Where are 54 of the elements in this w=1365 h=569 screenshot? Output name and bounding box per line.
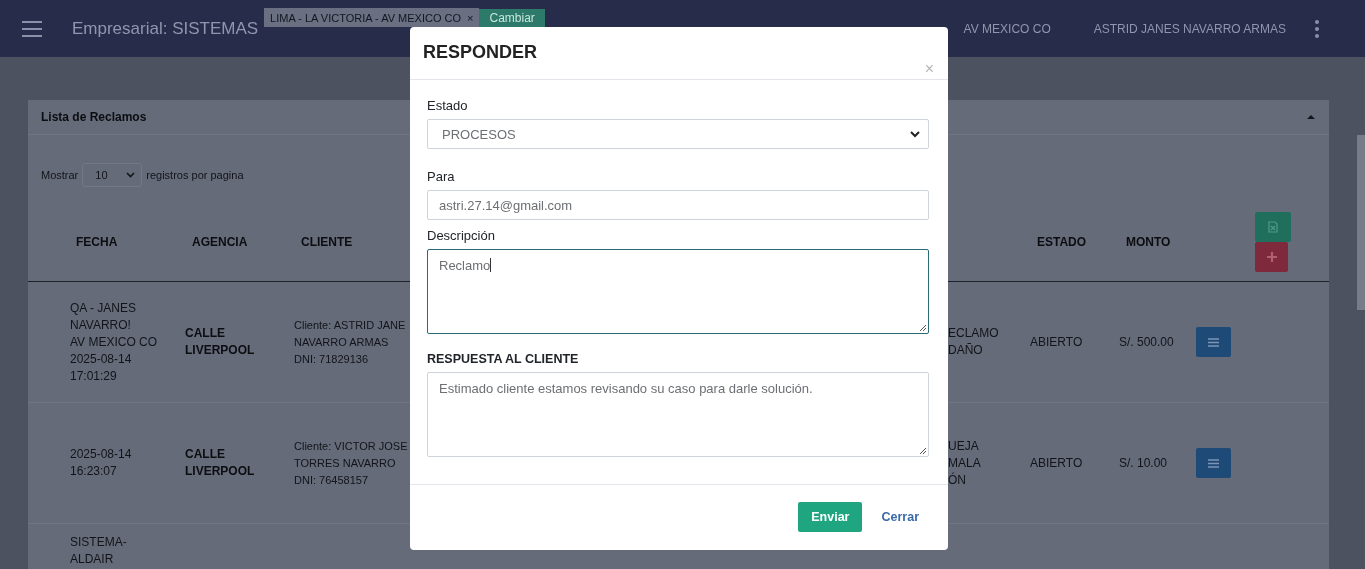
card-title: Lista de Reclamos xyxy=(41,110,147,124)
status-cell: ABIERTO xyxy=(1030,333,1083,351)
date-cell-text: QA - JANES NAVARRO! AV MEXICO CO 2025-08-14 17:01:29 xyxy=(70,299,159,385)
field-label: Estado xyxy=(427,98,469,113)
client-cell-text: Cliente: ASTRID JANE NAVARRO ARMAS DNI: 71829136 xyxy=(294,317,406,367)
email-field[interactable]: astri.27.14@gmail.com xyxy=(427,190,929,220)
menu-icon xyxy=(1208,337,1219,347)
plus-icon xyxy=(1266,252,1277,262)
column-header: FECHA xyxy=(28,203,185,282)
length-label: registros por pagina xyxy=(146,169,244,181)
close-icon[interactable]: × xyxy=(924,61,934,77)
menu-icon xyxy=(1208,458,1219,468)
branch-select[interactable]: LIMA - LA VICTORIA - AV MEXICO CO × xyxy=(264,8,480,27)
add-button[interactable] xyxy=(1255,242,1288,272)
chevron-icon xyxy=(126,172,136,178)
page-length-select[interactable]: 10 xyxy=(82,163,143,187)
column-header: MONTO xyxy=(1119,203,1196,282)
date-cell: 2025-08-14 16:23:07 xyxy=(70,446,132,480)
user-name: ASTRID JANES NAVARRO ARMAS xyxy=(1093,21,1286,36)
amount-cell: S/. 10.00 xyxy=(1119,454,1168,472)
status-select[interactable]: PROCESOS xyxy=(427,119,929,149)
send-button[interactable]: Enviar xyxy=(798,502,863,532)
type-cell: UEJA MALA ÓN xyxy=(948,437,981,489)
collapse-icon[interactable] xyxy=(1307,115,1315,119)
resize-grip-icon[interactable] xyxy=(919,324,927,332)
agency-cell: CALLE LIVERPOOL xyxy=(185,446,255,480)
clear-icon[interactable]: × xyxy=(467,11,474,24)
client-cell-text: Cliente: VICTOR JOSE TORRES NAVARRO DNI: 76458157 xyxy=(294,438,408,488)
field-label: Descripción xyxy=(427,228,496,243)
branch-name: AV MEXICO CO xyxy=(963,21,1051,36)
column-header: ESTADO xyxy=(1030,203,1119,282)
text-area[interactable]: Reclamo xyxy=(427,249,929,334)
options-button[interactable] xyxy=(1196,327,1231,357)
text-area[interactable]: Estimado cliente estamos revisando su caso para darle solución. xyxy=(427,372,929,457)
length-label: Mostrar xyxy=(41,169,79,181)
close-link[interactable]: Cerrar xyxy=(881,510,919,524)
field-label: Para xyxy=(427,169,456,184)
resize-grip-icon[interactable] xyxy=(919,447,927,455)
modal-title: RESPONDER xyxy=(423,42,538,63)
menu-icon[interactable] xyxy=(22,20,42,37)
more-icon[interactable] xyxy=(1315,19,1319,38)
spreadsheet-icon xyxy=(1268,221,1278,233)
type-cell: ECLAMO DAÑO xyxy=(948,325,999,359)
scrollbar-thumb[interactable] xyxy=(1357,135,1365,310)
status-cell: ABIERTO xyxy=(1030,454,1083,472)
field-label: RESPUESTA AL CLIENTE xyxy=(427,352,580,366)
options-button[interactable] xyxy=(1196,448,1231,478)
app-title: Empresarial: SISTEMAS xyxy=(72,18,259,39)
date-cell: SISTEMA- ALDAIR xyxy=(70,534,127,568)
change-button[interactable]: Cambiar xyxy=(479,9,545,27)
column-header: AGENCIA xyxy=(185,203,294,282)
agency-cell: CALLE LIVERPOOL xyxy=(185,325,255,359)
chevron-icon xyxy=(910,130,920,138)
amount-cell: S/. 500.00 xyxy=(1119,333,1174,351)
